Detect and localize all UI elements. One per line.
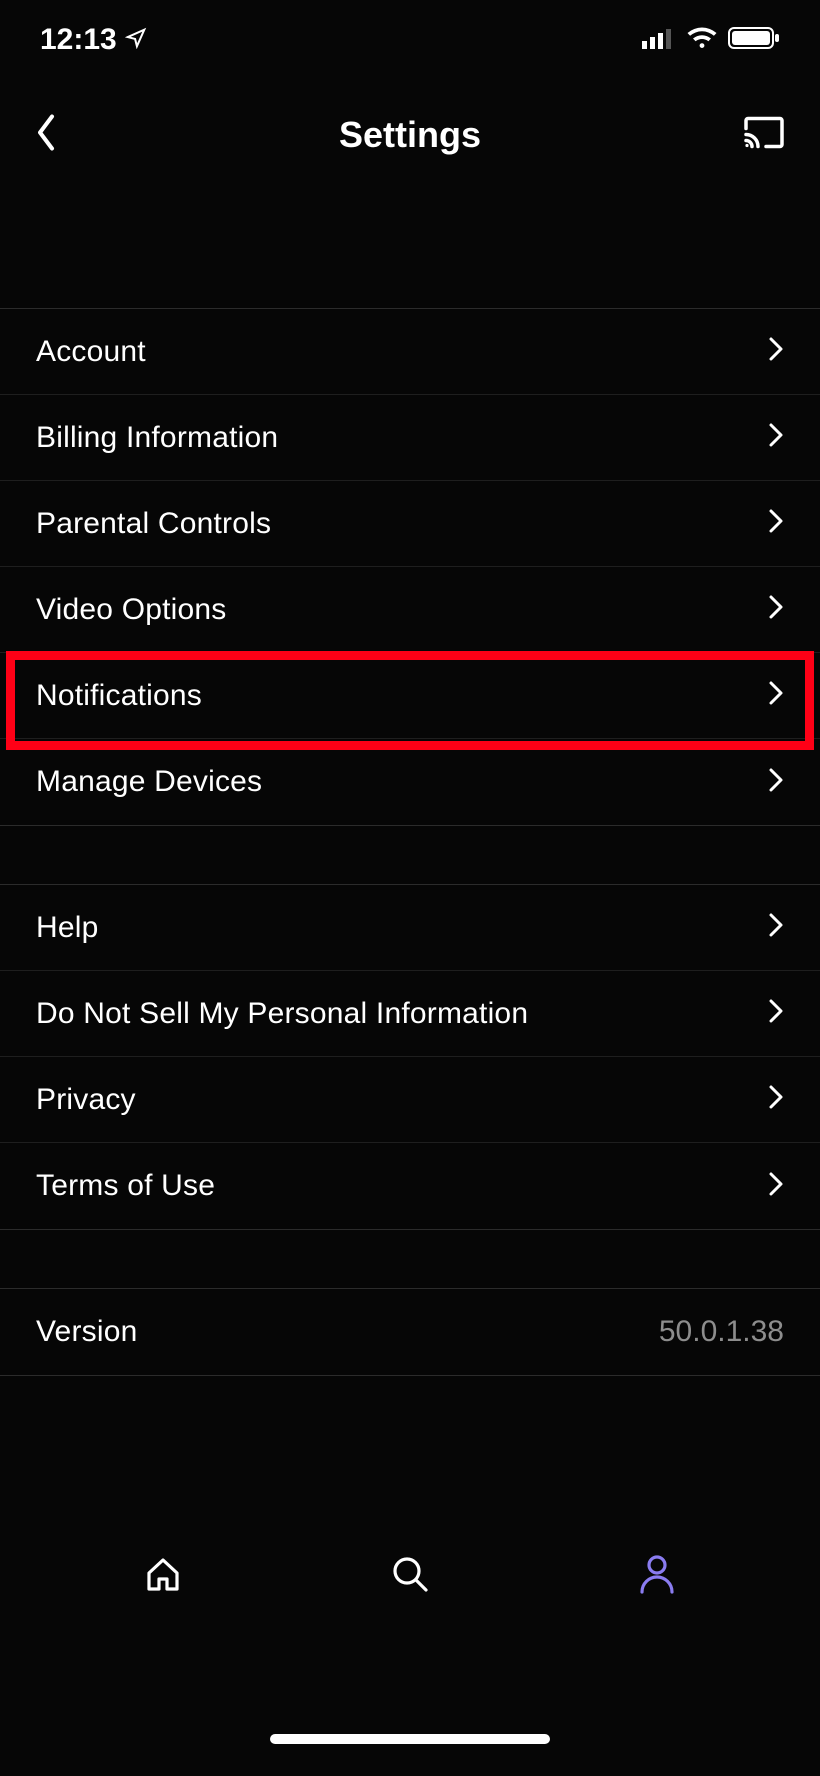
row-notifications[interactable]: Notifications xyxy=(0,653,820,739)
row-label: Help xyxy=(36,911,99,945)
tab-bar xyxy=(0,1526,820,1626)
status-left: 12:13 xyxy=(40,23,147,57)
battery-icon xyxy=(728,26,780,55)
row-label: Parental Controls xyxy=(36,507,271,541)
tab-profile[interactable] xyxy=(557,1552,757,1601)
row-version: Version 50.0.1.38 xyxy=(0,1289,820,1375)
tab-search[interactable] xyxy=(310,1552,510,1601)
status-time: 12:13 xyxy=(40,23,117,57)
chevron-right-icon xyxy=(768,593,784,626)
row-label: Notifications xyxy=(36,679,202,713)
chevron-right-icon xyxy=(768,1170,784,1203)
row-label: Video Options xyxy=(36,593,227,627)
settings-group-account: Account Billing Information Parental Con… xyxy=(0,308,820,826)
row-label: Privacy xyxy=(36,1083,136,1117)
profile-icon xyxy=(637,1552,677,1601)
tab-home[interactable] xyxy=(63,1553,263,1600)
back-button[interactable] xyxy=(34,113,58,158)
header: Settings xyxy=(0,90,820,180)
chevron-right-icon xyxy=(768,421,784,454)
cast-button[interactable] xyxy=(742,115,786,156)
version-value: 50.0.1.38 xyxy=(659,1315,784,1349)
row-label: Terms of Use xyxy=(36,1169,215,1203)
wifi-icon xyxy=(686,26,718,55)
chevron-right-icon xyxy=(768,766,784,799)
page-title: Settings xyxy=(339,114,481,156)
row-label: Version xyxy=(36,1315,137,1349)
row-label: Account xyxy=(36,335,146,369)
row-parental-controls[interactable]: Parental Controls xyxy=(0,481,820,567)
row-billing-information[interactable]: Billing Information xyxy=(0,395,820,481)
chevron-right-icon xyxy=(768,997,784,1030)
row-terms-of-use[interactable]: Terms of Use xyxy=(0,1143,820,1229)
row-do-not-sell[interactable]: Do Not Sell My Personal Information xyxy=(0,971,820,1057)
search-icon xyxy=(388,1552,432,1601)
settings-group-legal: Help Do Not Sell My Personal Information… xyxy=(0,884,820,1230)
settings-list: Account Billing Information Parental Con… xyxy=(0,308,820,1376)
cellular-signal-icon xyxy=(642,27,676,54)
row-help[interactable]: Help xyxy=(0,885,820,971)
chevron-right-icon xyxy=(768,679,784,712)
row-video-options[interactable]: Video Options xyxy=(0,567,820,653)
chevron-right-icon xyxy=(768,911,784,944)
row-privacy[interactable]: Privacy xyxy=(0,1057,820,1143)
location-arrow-icon xyxy=(125,23,147,57)
row-label: Do Not Sell My Personal Information xyxy=(36,997,528,1031)
home-icon xyxy=(142,1553,184,1600)
chevron-right-icon xyxy=(768,335,784,368)
row-label: Billing Information xyxy=(36,421,278,455)
chevron-right-icon xyxy=(768,1083,784,1116)
status-bar: 12:13 xyxy=(0,0,820,80)
settings-group-version: Version 50.0.1.38 xyxy=(0,1288,820,1376)
row-label: Manage Devices xyxy=(36,765,262,799)
chevron-right-icon xyxy=(768,507,784,540)
status-right xyxy=(642,26,780,55)
row-account[interactable]: Account xyxy=(0,309,820,395)
row-manage-devices[interactable]: Manage Devices xyxy=(0,739,820,825)
home-indicator[interactable] xyxy=(270,1734,550,1744)
